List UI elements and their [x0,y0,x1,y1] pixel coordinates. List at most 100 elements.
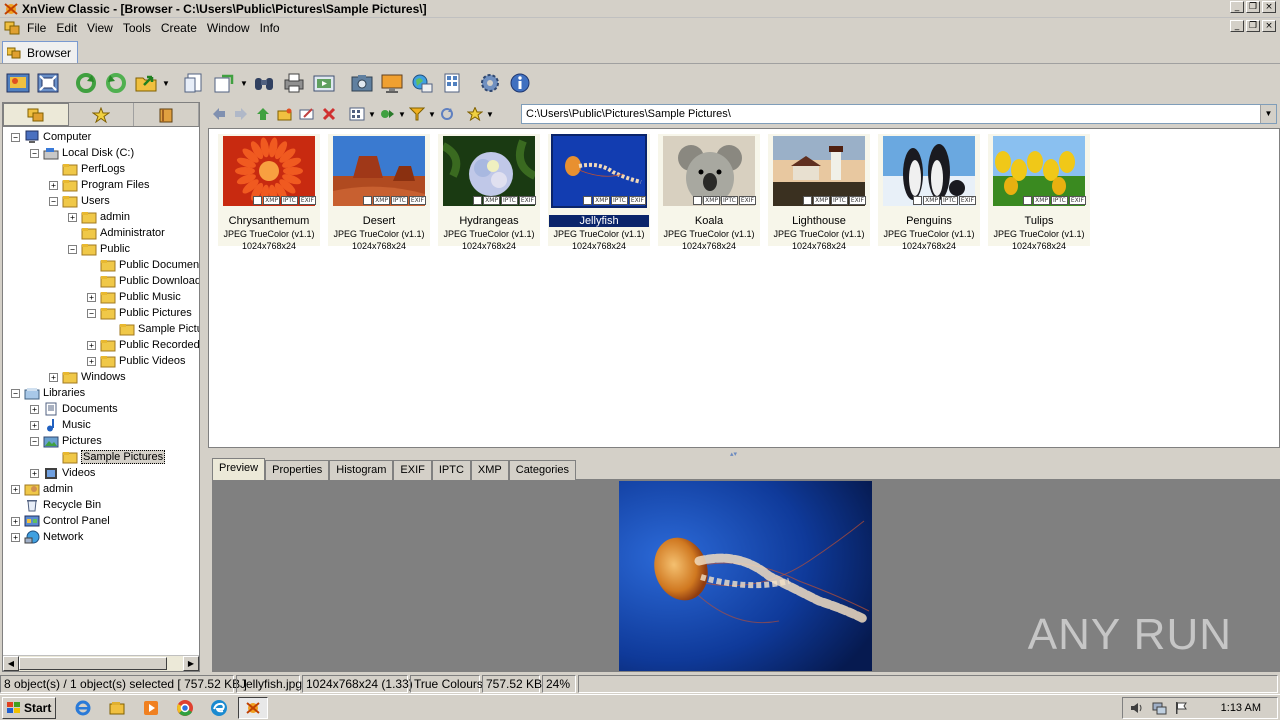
settings-button[interactable] [476,69,504,97]
web-button[interactable] [408,69,436,97]
collapse-icon[interactable]: − [49,196,58,206]
thumbnail-item[interactable]: XMP IPTC EXIF Desert JPEG TrueColor (v1.1) 10… [328,134,430,251]
copy-dropdown[interactable]: ▼ [240,79,248,88]
tree-node[interactable]: PerfLogs [49,161,125,177]
expand-icon[interactable]: + [11,484,20,494]
tab-xmp[interactable]: XMP [470,460,509,480]
fit-window-button[interactable] [34,69,62,97]
taskbar-edge[interactable] [204,697,234,719]
menu-info[interactable]: Info [256,21,286,35]
wallpaper-button[interactable] [378,69,406,97]
expand-icon[interactable]: + [30,404,39,414]
sort-dropdown[interactable]: ▼ [398,110,406,119]
expand-icon[interactable]: + [87,356,96,366]
categories-tab[interactable] [134,103,199,126]
sync-button[interactable] [436,104,458,124]
tab-histogram[interactable]: Histogram [329,460,394,480]
back-button[interactable] [208,104,230,124]
up-folder-button[interactable] [252,104,274,124]
sort-button[interactable] [376,104,398,124]
menu-tools[interactable]: Tools [119,21,157,35]
collapse-icon[interactable]: − [11,388,20,398]
favorites-dropdown[interactable]: ▼ [486,110,494,119]
tree-node[interactable]: + Program Files [49,177,149,193]
view-mode-button[interactable] [346,104,368,124]
tab-exif[interactable]: EXIF [393,460,432,480]
tree-node[interactable]: Public Downloads [87,273,199,289]
thumbnail-item[interactable]: XMP IPTC EXIF Jellyfish JPEG TrueColor (v1.1… [548,134,650,251]
scroll-right-button[interactable]: ▶ [183,656,199,671]
favorites-button[interactable] [464,104,486,124]
thumbnail-item[interactable]: XMP IPTC EXIF Lighthouse JPEG TrueColor (v1.… [768,134,870,251]
folders-tab[interactable] [3,103,69,126]
collapse-icon[interactable]: − [68,244,77,254]
tree-node[interactable]: + Network [11,529,83,545]
preview-image[interactable] [619,481,872,671]
tree-node[interactable]: − Public Pictures [87,305,192,321]
tab-preview[interactable]: Preview [212,458,266,480]
doc-close-button[interactable]: × [1262,20,1276,32]
thumbnail-item[interactable]: XMP IPTC EXIF Hydrangeas JPEG TrueColor (v1.… [438,134,540,251]
slideshow-button[interactable] [310,69,338,97]
taskbar-media-player[interactable] [136,697,166,719]
close-button[interactable]: × [1262,1,1276,13]
tree-node[interactable]: + Videos [30,465,95,481]
tree-node[interactable]: − Users [49,193,110,209]
browser-doc-icon[interactable] [4,21,20,35]
tree-node[interactable]: Recycle Bin [11,497,101,513]
menu-edit[interactable]: Edit [52,21,83,35]
tree-node[interactable]: Public Documents [87,257,199,273]
rename-button[interactable] [296,104,318,124]
open-folder-dropdown[interactable]: ▼ [162,79,170,88]
new-window-button[interactable] [180,69,208,97]
open-folder-button[interactable] [132,69,160,97]
tree-node[interactable]: + Windows [49,369,126,385]
menu-window[interactable]: Window [203,21,256,35]
network-tray-icon[interactable] [1151,701,1167,715]
doc-minimize-button[interactable]: _ [1230,20,1244,32]
tree-node[interactable]: − Local Disk (C:) [30,145,134,161]
new-folder-button[interactable] [274,104,296,124]
filter-button[interactable] [406,104,428,124]
doc-restore-button[interactable]: ❐ [1246,20,1260,32]
tree-node[interactable]: + Public Recorded TV [87,337,199,353]
info-button[interactable] [506,69,534,97]
tree-node[interactable]: + Public Videos [87,353,185,369]
collapse-icon[interactable]: − [11,132,20,142]
start-button[interactable]: Start [2,696,56,719]
tree-node[interactable]: + Control Panel [11,513,110,529]
tree-node[interactable]: + Public Music [87,289,181,305]
find-button[interactable] [250,69,278,97]
taskbar-xnview[interactable] [238,696,268,719]
panel-splitter[interactable] [200,102,208,672]
taskbar-chrome[interactable] [170,697,200,719]
expand-icon[interactable]: + [49,372,58,382]
restore-button[interactable]: ❐ [1246,1,1260,13]
collapse-icon[interactable]: − [87,308,96,318]
expand-icon[interactable]: + [11,516,20,526]
volume-icon[interactable] [1129,701,1145,715]
menu-file[interactable]: File [23,21,52,35]
fullscreen-button[interactable] [4,69,32,97]
thumbnail-item[interactable]: XMP IPTC EXIF Penguins JPEG TrueColor (v1.1)… [878,134,980,251]
expand-icon[interactable]: + [68,212,77,222]
copy-button[interactable] [210,69,238,97]
tab-categories[interactable]: Categories [508,460,576,480]
tab-browser[interactable]: Browser [2,41,78,63]
expand-icon[interactable]: + [30,420,39,430]
taskbar-explorer[interactable] [102,697,132,719]
tree-node[interactable]: Sample Pictures [49,449,166,465]
address-dropdown[interactable]: ▼ [1260,105,1276,123]
collapse-icon[interactable]: − [30,436,39,446]
tree-node[interactable]: + Documents [30,401,118,417]
tree-horizontal-scrollbar[interactable]: ◀ ▶ [3,655,199,671]
scroll-left-button[interactable]: ◀ [3,656,19,671]
favorites-tab[interactable] [69,103,134,126]
action-center-flag-icon[interactable] [1173,701,1189,715]
thumbnail-item[interactable]: XMP IPTC EXIF Chrysanthemum JPEG TrueColor (… [218,134,320,251]
rotate-button[interactable] [102,69,130,97]
preview-splitter[interactable]: ▴▾ [208,448,1280,458]
tree-node[interactable]: Sample Pictures [106,321,199,337]
address-bar[interactable]: C:\Users\Public\Pictures\Sample Pictures… [521,104,1277,124]
tree-node[interactable]: + Music [30,417,91,433]
